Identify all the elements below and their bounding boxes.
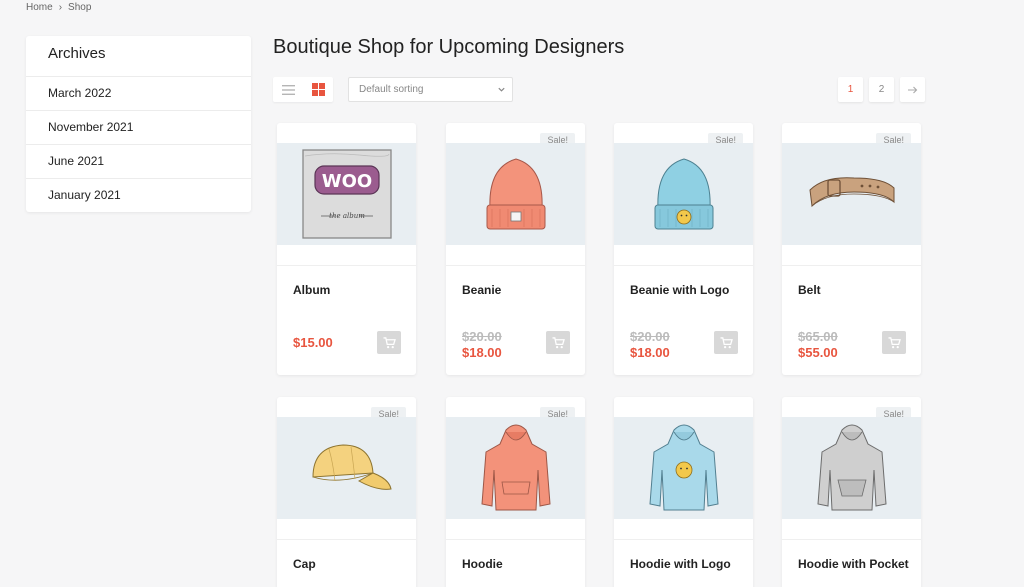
product-name[interactable]: Belt (798, 283, 821, 297)
product-sale-price: $55.00 (798, 345, 838, 360)
sort-dropdown[interactable]: Default sorting (348, 77, 513, 102)
archive-link[interactable]: November 2021 (26, 110, 251, 144)
next-page-button[interactable] (900, 77, 925, 102)
card-divider (277, 539, 416, 540)
hoodie-with-logo-image (648, 424, 719, 511)
add-to-cart-button[interactable] (546, 331, 570, 354)
card-divider (446, 539, 585, 540)
sort-value: Default sorting (359, 84, 424, 95)
product-image[interactable] (614, 143, 753, 245)
product-name[interactable]: Beanie (462, 283, 501, 297)
cart-icon (888, 336, 901, 348)
archives-widget: Archives March 2022 November 2021 June 2… (26, 36, 251, 212)
page-button-2[interactable]: 2 (869, 77, 894, 102)
card-divider (782, 265, 921, 266)
product-card-hoodie-with-logo[interactable]: Hoodie with Logo (614, 397, 753, 587)
grid-view-button[interactable] (303, 77, 333, 102)
product-regular-price: $65.00 (798, 329, 838, 344)
list-view-button[interactable] (273, 77, 303, 102)
product-card-hoodie[interactable]: Sale! Hoodie (446, 397, 585, 587)
product-sale-price: $18.00 (630, 345, 670, 360)
product-image[interactable]: WOO the album (277, 143, 416, 245)
product-image[interactable] (614, 417, 753, 519)
svg-text:WOO: WOO (321, 171, 371, 192)
card-divider (614, 539, 753, 540)
cap-image (311, 444, 392, 490)
card-divider (614, 265, 753, 266)
product-regular-price: $20.00 (630, 329, 670, 344)
add-to-cart-button[interactable] (882, 331, 906, 354)
svg-text:the album: the album (329, 212, 365, 220)
product-card-beanie-with-logo[interactable]: Sale! Beanie with Logo $20.00 $18.00 (614, 123, 753, 375)
breadcrumb-separator-icon: › (58, 2, 63, 13)
product-name[interactable]: Hoodie with Logo (630, 557, 731, 571)
page-button-1[interactable]: 1 (838, 77, 863, 102)
product-card-cap[interactable]: Sale! Cap (277, 397, 416, 587)
product-sale-price: $18.00 (462, 345, 502, 360)
card-divider (782, 539, 921, 540)
breadcrumb-home[interactable]: Home (26, 2, 53, 13)
product-regular-price: $20.00 (462, 329, 502, 344)
grid-view-icon (311, 83, 325, 96)
shop-page: Home › Shop Archives March 2022 November… (0, 0, 1024, 587)
belt-image (808, 177, 894, 208)
product-name[interactable]: Hoodie (462, 557, 503, 571)
product-image[interactable] (446, 143, 585, 245)
hoodie-with-pocket-image (816, 424, 887, 511)
product-image[interactable] (277, 417, 416, 519)
archives-title: Archives (48, 45, 106, 62)
chevron-down-icon (498, 87, 505, 92)
beanie-image (486, 158, 545, 230)
pagination: 1 2 (838, 77, 925, 102)
hoodie-image (480, 424, 551, 511)
product-name[interactable]: Album (293, 283, 330, 297)
cart-icon (383, 336, 396, 348)
list-view-icon (281, 84, 295, 95)
product-name[interactable]: Beanie with Logo (630, 283, 729, 297)
archive-link[interactable]: June 2021 (26, 144, 251, 178)
beanie-with-logo-image (654, 158, 713, 230)
view-toggle (273, 77, 333, 102)
breadcrumb-current: Shop (68, 2, 92, 13)
arrow-right-icon (907, 86, 917, 93)
product-card-hoodie-with-pocket[interactable]: Sale! Hoodie with Pocket (782, 397, 921, 587)
page-title: Boutique Shop for Upcoming Designers (273, 36, 625, 58)
product-card-album[interactable]: WOO the album Album $15.00 (277, 123, 416, 375)
product-image[interactable] (782, 417, 921, 519)
product-price: $15.00 (293, 335, 333, 350)
cart-icon (720, 336, 733, 348)
breadcrumb: Home › Shop (26, 2, 91, 13)
album-image: WOO the album (301, 149, 392, 239)
product-image[interactable] (446, 417, 585, 519)
card-divider (446, 265, 585, 266)
product-card-beanie[interactable]: Sale! Beanie $20.00 $18.00 (446, 123, 585, 375)
product-image[interactable] (782, 143, 921, 245)
archive-link[interactable]: January 2021 (26, 178, 251, 212)
cart-icon (552, 336, 565, 348)
add-to-cart-button[interactable] (714, 331, 738, 354)
archive-link[interactable]: March 2022 (26, 76, 251, 110)
card-divider (277, 265, 416, 266)
product-name[interactable]: Cap (293, 557, 316, 571)
product-card-belt[interactable]: Sale! Belt $65.00 $55.00 (782, 123, 921, 375)
product-name[interactable]: Hoodie with Pocket (798, 557, 909, 571)
add-to-cart-button[interactable] (377, 331, 401, 354)
